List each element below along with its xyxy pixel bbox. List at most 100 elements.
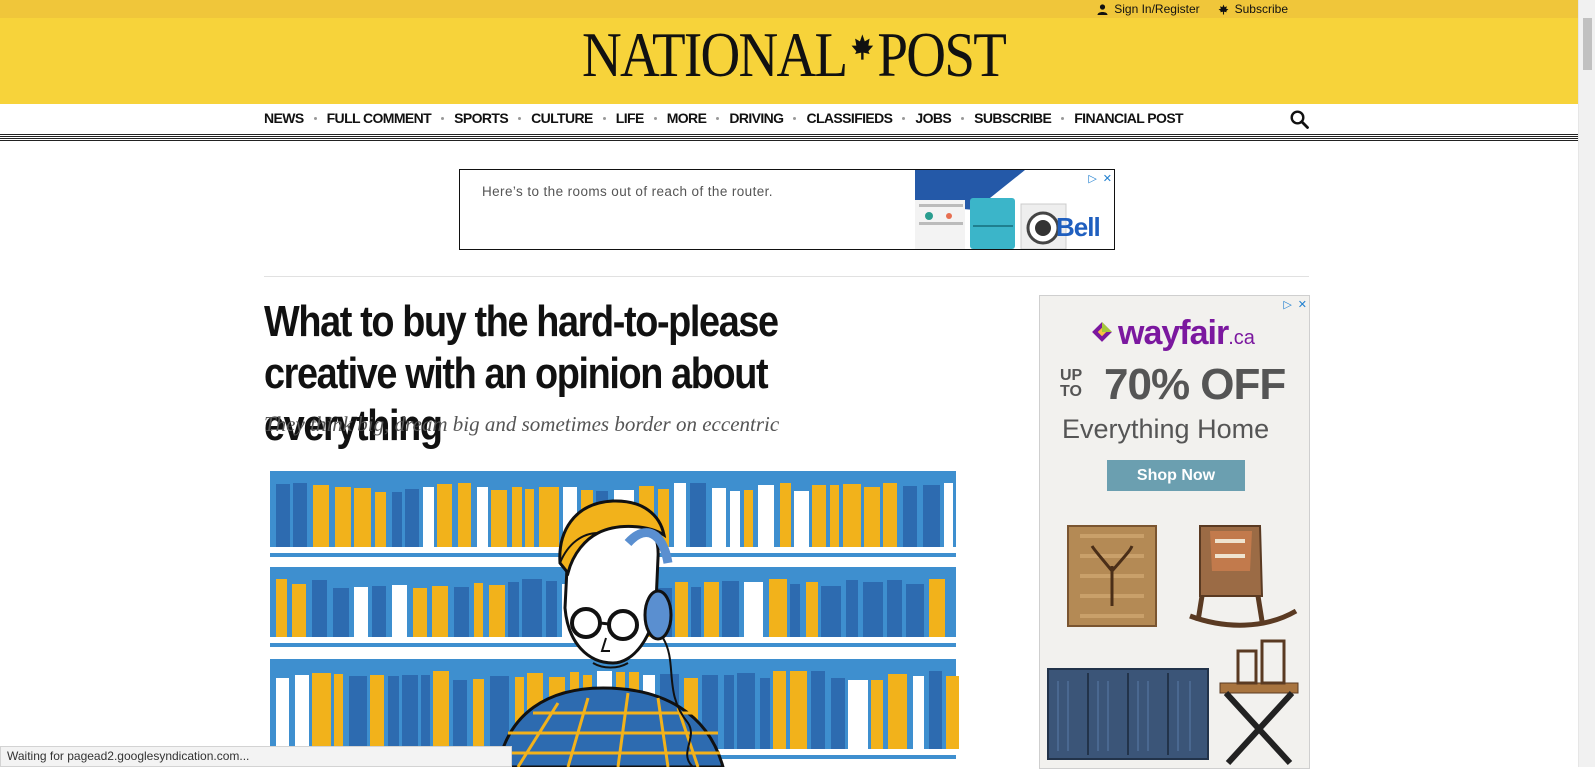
book-spine (392, 492, 402, 547)
book-spine (871, 680, 883, 749)
up-to-line-1: UP (1060, 367, 1083, 384)
subscribe-link[interactable]: Subscribe (1218, 2, 1288, 16)
article-subheadline: They think big, dream big and sometimes … (264, 412, 780, 436)
book-spine (276, 678, 289, 749)
book-spine (712, 488, 726, 547)
nav-item-more[interactable]: MORE (667, 110, 707, 126)
book-spine (923, 485, 940, 547)
nav-item-news[interactable]: NEWS (264, 110, 304, 126)
book-spine (473, 679, 484, 749)
nav-divider (0, 134, 1578, 141)
book-spine (944, 483, 953, 547)
book-spine (812, 485, 826, 547)
nav-separator (902, 116, 906, 120)
book-spine (334, 674, 343, 749)
book-spine (292, 584, 306, 637)
nav-separator (313, 116, 317, 120)
nav-separator (716, 116, 720, 120)
book-spine (508, 582, 519, 637)
site-logo[interactable]: NATIONAL POST (582, 19, 1007, 90)
book-spine (883, 483, 897, 547)
book-spine (333, 588, 349, 637)
book-spine (375, 492, 386, 547)
book-spine (864, 487, 880, 547)
book-spine (769, 579, 787, 637)
top-banner-ad[interactable]: Here’s to the rooms out of reach of the … (459, 169, 1115, 250)
book-spine (929, 579, 945, 637)
book-spine (760, 678, 770, 749)
book-spine (946, 676, 959, 749)
nav-separator (518, 116, 522, 120)
ad-info-icon[interactable]: ▷ (1088, 172, 1096, 185)
book-spine (790, 671, 807, 749)
book-spine (929, 671, 942, 749)
scrollbar-thumb[interactable] (1583, 18, 1592, 70)
book-spine (522, 579, 542, 637)
logo-word-post: POST (877, 19, 1006, 90)
book-spine (421, 675, 430, 749)
nav-separator (441, 116, 445, 120)
book-spine (539, 487, 559, 547)
book-spine (335, 487, 351, 547)
nav-item-full-comment[interactable]: FULL COMMENT (327, 110, 432, 126)
book-spine (887, 580, 902, 637)
book-spine (722, 581, 739, 637)
nav-item-driving[interactable]: DRIVING (729, 110, 784, 126)
book-spine (453, 680, 467, 749)
book-spine (312, 673, 331, 749)
nav-item-sports[interactable]: SPORTS (454, 110, 509, 126)
book-spine (491, 490, 507, 547)
ad-tagline: Everything Home (1062, 414, 1270, 444)
book-spine (730, 491, 740, 547)
ad-choices[interactable]: ▷ ✕ (1088, 172, 1112, 185)
subscribe-label: Subscribe (1234, 2, 1288, 16)
sidebar-ad-info-icon[interactable]: ▷ (1283, 298, 1291, 311)
book-spine (392, 585, 407, 637)
book-spine (372, 586, 386, 637)
discount-percent: 70% OFF (1104, 360, 1286, 409)
book-spine (704, 582, 719, 637)
wayfair-logo: wayfair .ca (1090, 314, 1255, 353)
book-spine (276, 484, 290, 547)
book-spine (349, 676, 367, 749)
book-spine (402, 675, 418, 749)
nav-item-financial-post[interactable]: FINANCIAL POST (1074, 110, 1183, 126)
nav-items: NEWS FULL COMMENT SPORTS CULTURE LIFE MORE DRI… (264, 110, 1184, 126)
book-spine (744, 490, 753, 547)
nav-item-life[interactable]: LIFE (616, 110, 645, 126)
book-spine (525, 489, 534, 547)
book-spine (690, 483, 706, 547)
nav-item-classifieds[interactable]: CLASSIFIEDS (806, 110, 893, 126)
up-to-line-2: TO (1060, 383, 1082, 400)
article-hero-illustration (268, 463, 960, 767)
book-spine (758, 485, 774, 547)
logo-word-national: NATIONAL (582, 19, 848, 90)
book-spine (293, 483, 307, 547)
nav-separator (961, 116, 965, 120)
sign-in-link[interactable]: Sign In/Register (1097, 2, 1200, 16)
ad-close-icon[interactable]: ✕ (1103, 172, 1112, 185)
nav-separator (793, 116, 797, 120)
book-spine (354, 587, 368, 637)
book-spine (313, 485, 329, 547)
book-spine (790, 584, 800, 637)
search-icon[interactable] (1290, 110, 1309, 129)
book-spine (913, 676, 924, 749)
shop-now-button[interactable]: Shop Now (1107, 460, 1245, 491)
nav-item-subscribe[interactable]: SUBSCRIBE (974, 110, 1052, 126)
book-spine (370, 675, 384, 749)
section-divider (264, 276, 1309, 277)
sidebar-ad-close-icon[interactable]: ✕ (1298, 298, 1307, 311)
book-spine (843, 484, 861, 547)
wayfair-name: wayfair (1118, 314, 1229, 352)
book-spine (848, 680, 868, 749)
vertical-scrollbar[interactable] (1578, 0, 1595, 767)
sidebar-ad[interactable]: wayfair .ca UP TO 70% OFF Everything Hom… (1039, 295, 1310, 769)
book-spine (437, 484, 452, 547)
book-spine (780, 483, 791, 547)
sidebar-ad-choices[interactable]: ▷ ✕ (1283, 298, 1307, 311)
nav-item-culture[interactable]: CULTURE (531, 110, 593, 126)
nav-item-jobs[interactable]: JOBS (915, 110, 951, 126)
book-spine (546, 581, 557, 637)
top-utility-bar: Sign In/Register Subscribe (0, 0, 1578, 18)
